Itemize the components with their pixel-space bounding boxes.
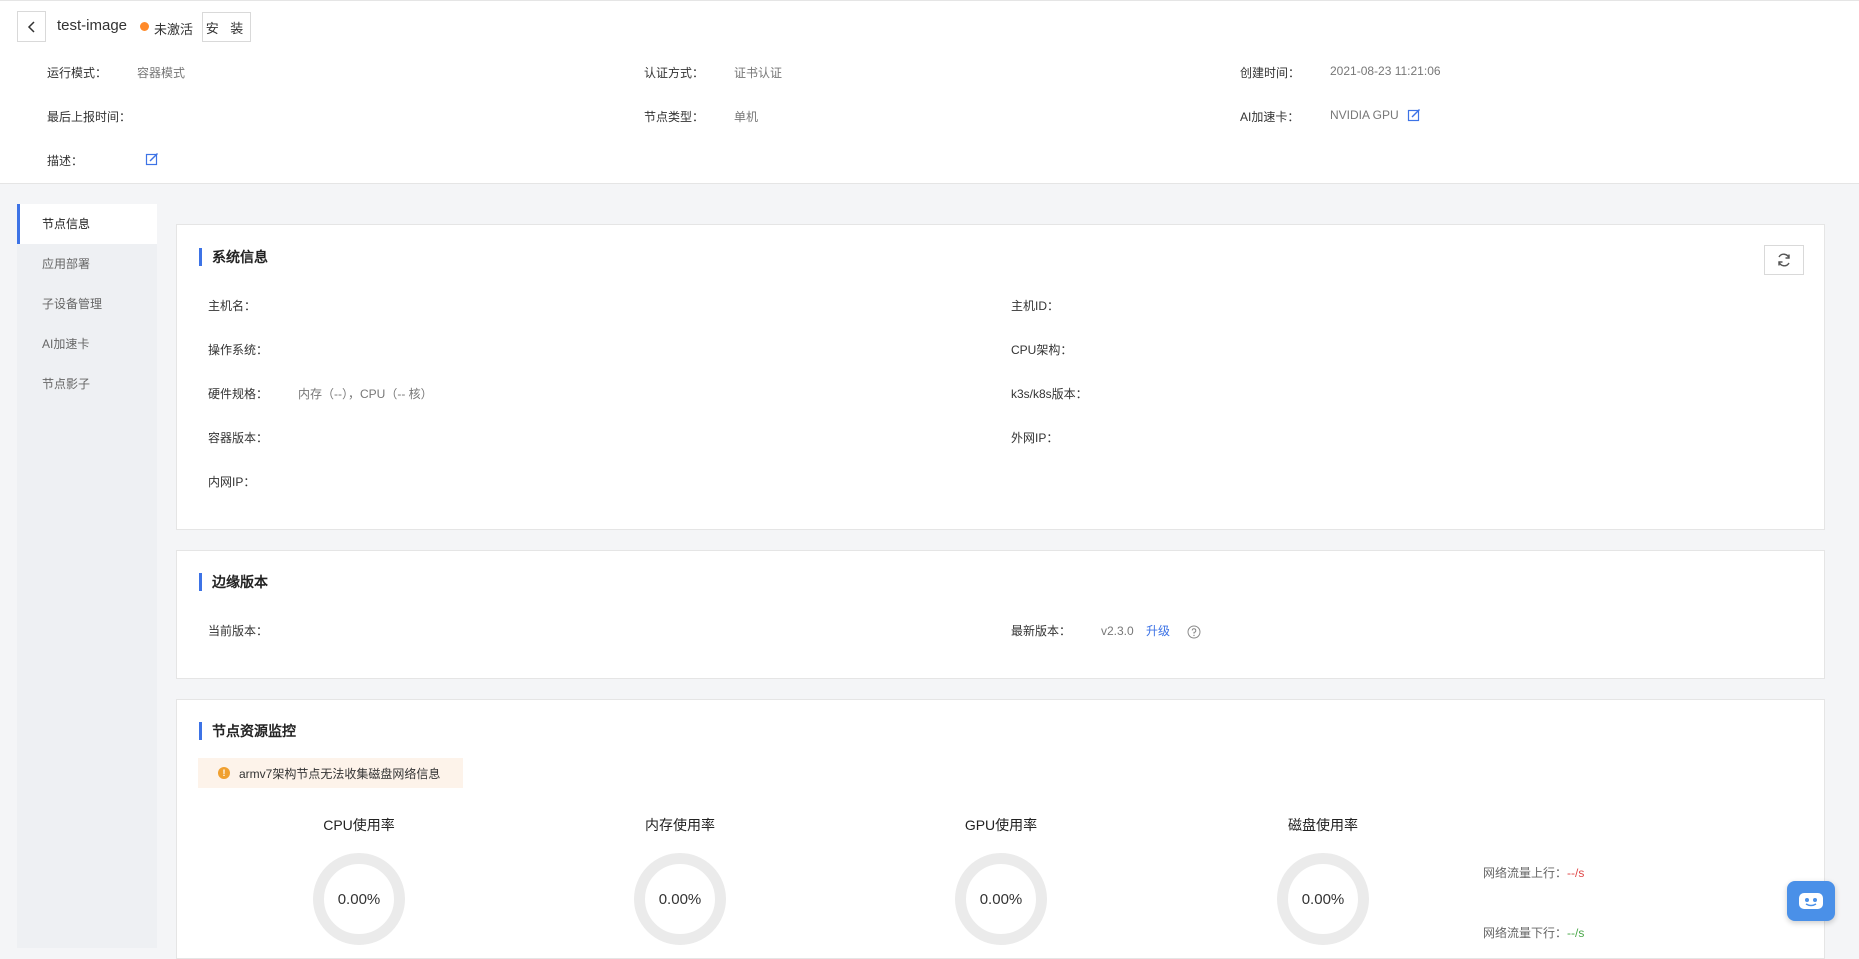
edge-version-panel: 边缘版本 当前版本： 最新版本： v2.3.0 升级 — [176, 550, 1825, 679]
warning-banner: ! armv7架构节点无法收集磁盘网络信息 — [198, 758, 463, 788]
warning-icon: ! — [218, 767, 230, 779]
sidebar-item-app-deploy[interactable]: 应用部署 — [17, 244, 157, 284]
sidebar-item-ai-card[interactable]: AI加速卡 — [17, 324, 157, 364]
cpu-usage-title: CPU使用率 — [323, 817, 395, 833]
sidebar-item-node-info[interactable]: 节点信息 — [17, 204, 157, 244]
latest-version-row: v2.3.0 升级 — [1101, 622, 1201, 639]
disk-usage-gauge: 磁盘使用率 0.00% — [1243, 815, 1403, 945]
net-down-row: 网络流量下行：--/s — [1483, 924, 1584, 941]
gpu-usage-gauge: GPU使用率 0.00% — [921, 815, 1081, 945]
refresh-button[interactable] — [1764, 245, 1804, 275]
ai-card-field: NVIDIA GPU — [1330, 108, 1421, 122]
k8s-version-label: k3s/k8s版本： — [1011, 387, 1088, 401]
edge-version-title: 边缘版本 — [199, 573, 268, 591]
resource-monitor-title: 节点资源监控 — [199, 722, 296, 740]
install-button[interactable]: 安 装 — [202, 12, 251, 42]
upgrade-link[interactable]: 升级 — [1146, 624, 1170, 638]
cpu-usage-value: 0.00% — [313, 853, 405, 945]
net-up-row: 网络流量上行：--/s — [1483, 864, 1584, 881]
current-version-label: 当前版本： — [208, 624, 269, 638]
created-time-value: 2021-08-23 11:21:06 — [1330, 64, 1441, 78]
ai-card-value: NVIDIA GPU — [1330, 108, 1399, 122]
node-header: test-image 未激活 安 装 运行模式： 容器模式 认证方式： 证书认证… — [0, 0, 1859, 184]
hardware-label: 硬件规格： — [208, 387, 269, 401]
hostname-label: 主机名： — [208, 299, 257, 313]
net-down-label: 网络流量下行： — [1483, 926, 1568, 940]
last-report-label: 最后上报时间： — [47, 110, 132, 124]
desc-field — [145, 152, 159, 166]
desc-label: 描述： — [47, 154, 84, 168]
node-type-label: 节点类型： — [644, 110, 705, 124]
chatbot-button[interactable] — [1787, 881, 1835, 921]
status-dot-icon — [140, 22, 149, 31]
net-down-value: --/s — [1567, 926, 1585, 940]
host-id-label: 主机ID： — [1011, 299, 1060, 313]
run-mode-value: 容器模式 — [137, 66, 186, 80]
chatbot-icon — [1799, 893, 1823, 909]
os-label: 操作系统： — [208, 343, 269, 357]
chevron-left-icon — [27, 20, 35, 33]
disk-usage-title: 磁盘使用率 — [1288, 817, 1358, 833]
memory-usage-title: 内存使用率 — [645, 817, 715, 833]
system-info-title: 系统信息 — [199, 248, 268, 266]
memory-usage-value: 0.00% — [634, 853, 726, 945]
resource-monitor-panel: 节点资源监控 ! armv7架构节点无法收集磁盘网络信息 CPU使用率 0.00… — [176, 699, 1825, 959]
gpu-usage-title: GPU使用率 — [964, 817, 1038, 833]
net-up-label: 网络流量上行： — [1483, 866, 1568, 880]
node-name: test-image — [57, 17, 128, 34]
edit-icon[interactable] — [1407, 108, 1421, 122]
latest-version-value: v2.3.0 — [1101, 624, 1134, 638]
warning-text: armv7架构节点无法收集磁盘网络信息 — [239, 766, 441, 781]
node-type-value: 单机 — [734, 110, 759, 124]
sidebar-nav: 节点信息 应用部署 子设备管理 AI加速卡 节点影子 — [17, 204, 157, 948]
system-info-panel: 系统信息 主机名： 主机ID： 操作系统： CPU架构： 硬件规格： 内存（--… — [176, 224, 1825, 530]
disk-usage-value: 0.00% — [1277, 853, 1369, 945]
back-button[interactable] — [17, 11, 46, 42]
container-version-label: 容器版本： — [208, 431, 269, 445]
net-up-value: --/s — [1567, 866, 1585, 880]
private-ip-label: 内网IP： — [208, 475, 256, 489]
hardware-value: 内存（--），CPU（-- 核） — [298, 387, 433, 401]
memory-usage-gauge: 内存使用率 0.00% — [600, 815, 760, 945]
cpu-usage-gauge: CPU使用率 0.00% — [279, 815, 439, 945]
auth-value: 证书认证 — [734, 66, 783, 80]
help-icon[interactable] — [1187, 625, 1201, 639]
sidebar-item-sub-devices[interactable]: 子设备管理 — [17, 284, 157, 324]
public-ip-label: 外网IP： — [1011, 431, 1059, 445]
latest-version-label: 最新版本： — [1011, 624, 1072, 638]
cpu-arch-label: CPU架构： — [1011, 343, 1073, 357]
created-time-label: 创建时间： — [1240, 66, 1301, 80]
status-badge: 未激活 — [154, 22, 194, 37]
auth-label: 认证方式： — [644, 66, 705, 80]
run-mode-label: 运行模式： — [47, 66, 108, 80]
refresh-icon — [1778, 253, 1790, 267]
ai-card-label: AI加速卡： — [1240, 110, 1300, 124]
edit-desc-icon[interactable] — [145, 152, 159, 166]
gpu-usage-value: 0.00% — [955, 853, 1047, 945]
sidebar-item-node-shadow[interactable]: 节点影子 — [17, 364, 157, 404]
